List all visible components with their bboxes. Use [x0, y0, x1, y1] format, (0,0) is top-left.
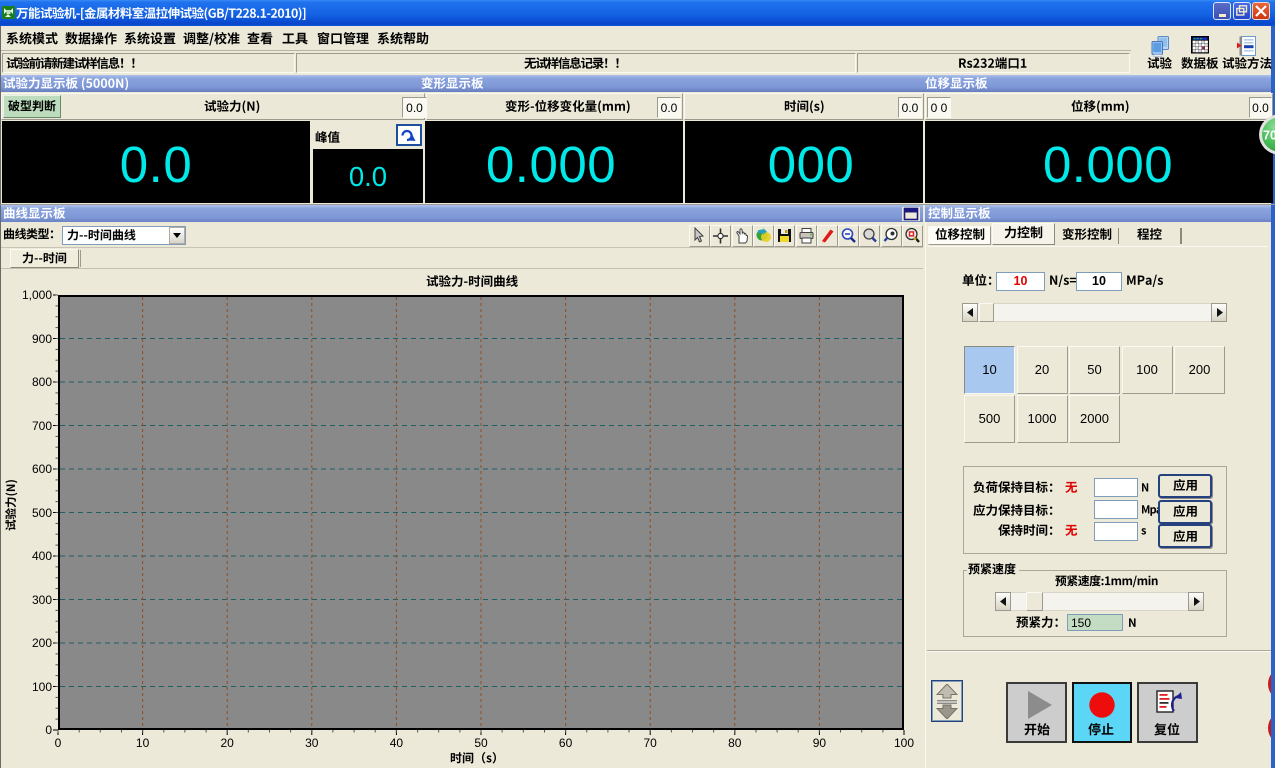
svg-text:70: 70 [1263, 129, 1275, 143]
